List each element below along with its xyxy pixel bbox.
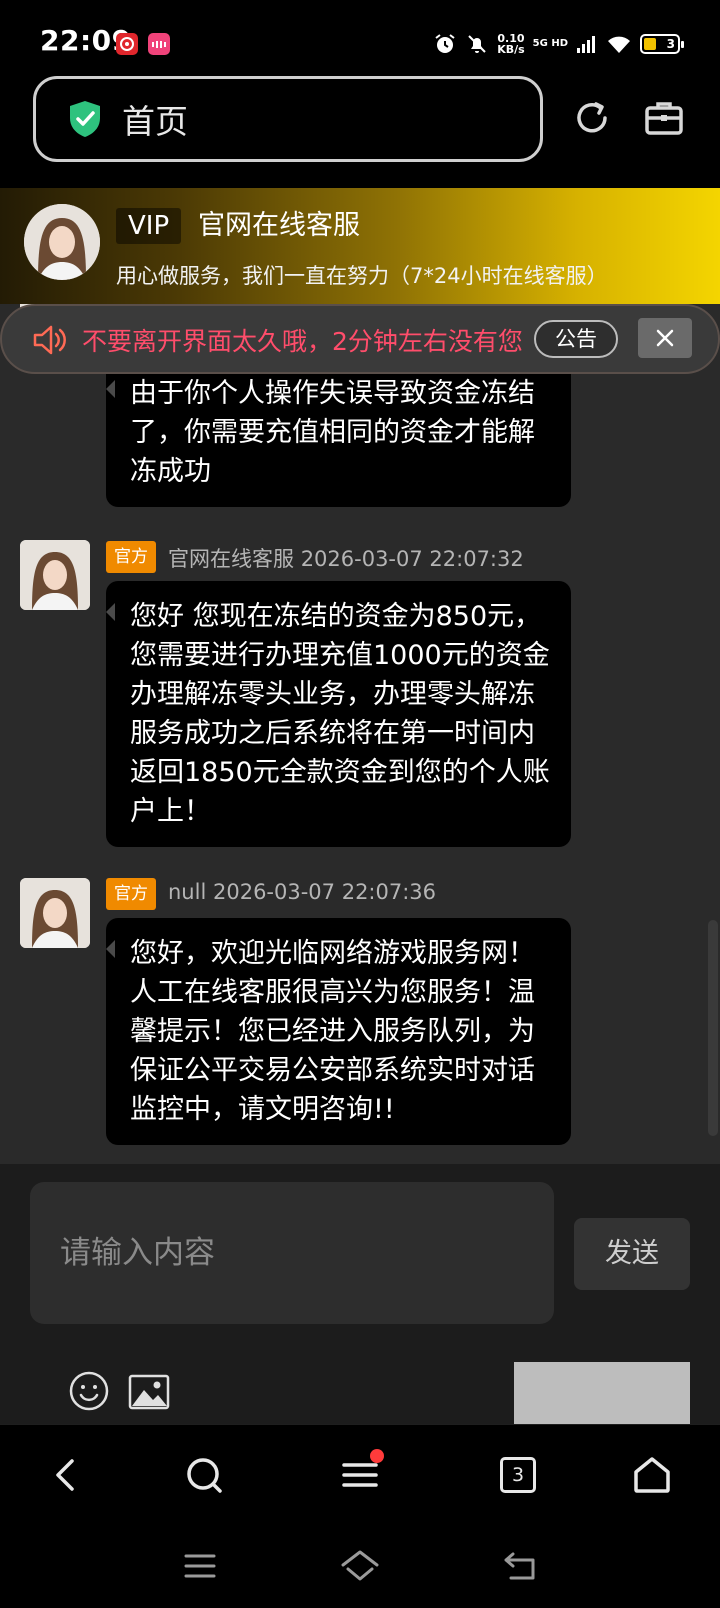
browser-toolbar: 3 [0, 1424, 720, 1524]
page-title: 首页 [122, 102, 188, 141]
mute-icon [468, 35, 486, 53]
speed-unit: KB/s [497, 43, 525, 56]
system-home-icon [341, 1550, 379, 1581]
scrollbar[interactable] [708, 920, 718, 1136]
refresh-icon [577, 102, 607, 133]
message-composer: 发送 [0, 1164, 720, 1424]
system-menu-icon [184, 1554, 216, 1578]
send-button[interactable]: 发送 [574, 1218, 690, 1290]
speaker-icon [33, 325, 66, 355]
toolbox-icon [645, 102, 683, 135]
message-text: 您好 您现在冻结的资金为850元，您需要进行办理充值1000元的资金办理解冻零头… [130, 601, 550, 827]
system-navigation-bar [0, 1524, 720, 1608]
netease-music-icon [116, 33, 138, 55]
chat-message-list[interactable]: 由于你个人操作失误导致资金冻结了，你需要充值相同的资金才能解冻成功 官方 官网在… [0, 304, 720, 1164]
announcement-bar: 不要离开界面太久哦，2分钟左右没有您 公告 [0, 304, 720, 374]
announcement-button[interactable]: 公告 [534, 320, 618, 358]
message-bubble: 您好，欢迎光临网络游戏服务网！人工在线客服很高兴为您服务！温馨提示！您已经进入服… [106, 918, 571, 1145]
announcement-text: 不要离开界面太久哦，2分钟左右没有您 [82, 327, 523, 356]
status-bar: 22:09 0.10 KB/s 5G HD 3 [0, 0, 720, 86]
tabs-icon: 3 [500, 1457, 536, 1493]
back-icon [56, 1459, 74, 1491]
shield-check-icon [70, 101, 100, 137]
avatar [20, 878, 90, 948]
message-text: 由于你个人操作失误导致资金冻结了，你需要充值相同的资金才能解冻成功 [130, 378, 535, 487]
wifi-icon [608, 36, 630, 53]
vip-title: 官网在线客服 [198, 210, 360, 241]
message-bubble: 由于你个人操作失误导致资金冻结了，你需要充值相同的资金才能解冻成功 [106, 358, 571, 507]
sender-name: null [168, 880, 207, 904]
system-menu-button[interactable] [180, 1546, 220, 1586]
network-type: 5G HD [532, 38, 568, 49]
message-meta: null 2026-03-07 22:07:36 [168, 880, 436, 904]
emoji-icon [69, 1371, 109, 1411]
official-tag: 官方 [106, 878, 156, 910]
battery-level: 3 [666, 37, 675, 51]
official-tag: 官方 [106, 541, 156, 573]
app-icon [148, 33, 170, 55]
message-timestamp: 2026-03-07 22:07:36 [212, 880, 437, 904]
address-field[interactable]: 首页 [33, 76, 543, 162]
refresh-button[interactable] [570, 96, 614, 140]
back-button[interactable] [40, 1449, 92, 1501]
system-home-button[interactable] [338, 1544, 382, 1588]
toolbox-button[interactable] [642, 96, 686, 140]
battery-icon: 3 [640, 34, 684, 54]
placeholder-block [514, 1362, 690, 1424]
image-upload-button[interactable] [128, 1374, 170, 1414]
system-back-icon [504, 1552, 535, 1580]
alarm-icon [435, 34, 455, 53]
message-input[interactable] [60, 1228, 520, 1278]
signal-icon [577, 36, 595, 53]
menu-button[interactable] [334, 1449, 386, 1501]
home-button[interactable] [626, 1449, 678, 1501]
close-icon [656, 329, 674, 347]
message-timestamp: 2026-03-07 22:07:32 [300, 547, 524, 571]
home-icon [634, 1457, 670, 1493]
emoji-button[interactable] [68, 1370, 110, 1416]
menu-icon [342, 1463, 378, 1487]
vip-subtitle: 用心做服务，我们一直在努力（7*24小时在线客服） [116, 264, 608, 288]
message-text: 您好，欢迎光临网络游戏服务网！人工在线客服很高兴为您服务！温馨提示！您已经进入服… [130, 938, 535, 1125]
close-button[interactable] [638, 318, 692, 358]
tabs-button[interactable]: 3 [492, 1449, 544, 1501]
search-button[interactable] [178, 1449, 230, 1501]
tab-count: 3 [511, 1464, 525, 1486]
sender-name: 官网在线客服 [168, 547, 294, 571]
avatar [20, 540, 90, 610]
message-input-container[interactable] [30, 1182, 554, 1324]
vip-badge: VIP [116, 208, 182, 244]
search-icon [187, 1458, 222, 1493]
image-icon [128, 1374, 170, 1410]
notification-dot [370, 1449, 384, 1463]
message-bubble: 您好 您现在冻结的资金为850元，您需要进行办理充值1000元的资金办理解冻零头… [106, 581, 571, 847]
browser-address-bar: 首页 [0, 76, 720, 188]
vip-service-banner: VIP 官网在线客服 用心做服务，我们一直在努力（7*24小时在线客服） [0, 188, 720, 304]
system-back-button[interactable] [500, 1546, 540, 1586]
message-meta: 官网在线客服 2026-03-07 22:07:32 [168, 543, 524, 573]
avatar [24, 204, 100, 280]
